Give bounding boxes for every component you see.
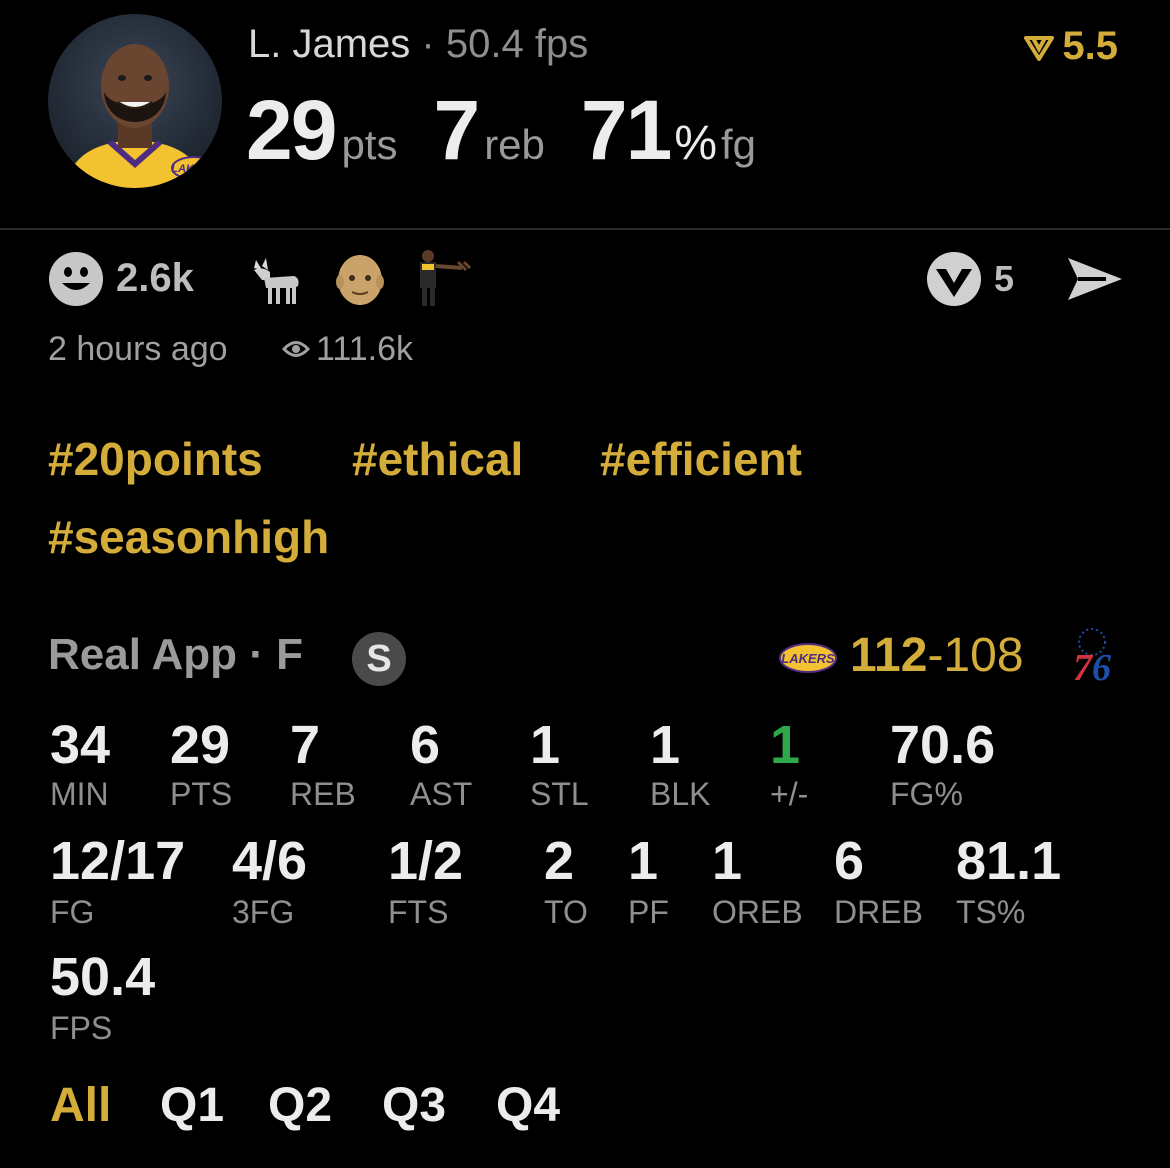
- stat-value-fps: 50.4: [50, 947, 156, 1007]
- stat-value-fts: 1/2: [388, 831, 464, 891]
- game-score[interactable]: 112-108: [850, 628, 1024, 683]
- tab-all[interactable]: All: [50, 1078, 111, 1133]
- tag-seasonhigh[interactable]: #seasonhigh: [48, 510, 329, 564]
- send-icon[interactable]: [1066, 254, 1124, 304]
- stat-value-dreb: 6: [834, 831, 865, 891]
- svg-text:LAKERS: LAKERS: [171, 163, 217, 175]
- stat-label-reb: REB: [290, 776, 356, 812]
- stat-label-fps: FPS: [50, 1010, 113, 1046]
- tag-efficient[interactable]: #efficient: [600, 432, 802, 486]
- rating-badge[interactable]: 5.5: [1024, 24, 1118, 69]
- headline-reb-value: 7: [433, 83, 480, 177]
- title-separator: ·: [421, 22, 435, 66]
- goat-icon[interactable]: [248, 250, 306, 308]
- stat-label-blk: BLK: [650, 776, 711, 812]
- tab-q1[interactable]: Q1: [160, 1078, 224, 1133]
- stat-label-pf: PF: [628, 894, 669, 930]
- eye-icon: [282, 341, 310, 357]
- home-score: 112: [850, 629, 928, 682]
- headline-stats: 29 pts 7 reb 71%fg: [246, 82, 756, 179]
- player-name[interactable]: L. James: [248, 22, 410, 66]
- stat-value-pf: 1: [628, 831, 659, 891]
- stat-label-fg: FG: [50, 894, 95, 930]
- tab-q3[interactable]: Q3: [382, 1078, 446, 1133]
- tab-q2[interactable]: Q2: [268, 1078, 332, 1133]
- stat-label-3fg: 3FG: [232, 894, 295, 930]
- away-score: 108: [943, 629, 1024, 682]
- svg-text:76: 76: [1073, 647, 1111, 686]
- rating-value: 5.5: [1062, 24, 1118, 68]
- header-divider: [0, 228, 1170, 230]
- sixers-six: 6: [1092, 647, 1111, 686]
- player-fps: 50.4 fps: [445, 22, 589, 66]
- post-time: 2 hours ago: [48, 330, 228, 368]
- rating-icon: [1024, 36, 1055, 62]
- stat-value-to: 2: [544, 831, 575, 891]
- stat-value-reb: 7: [290, 715, 321, 775]
- stat-value-ts-pct: 81.1: [956, 831, 1062, 891]
- headline-pts-unit: pts: [341, 121, 398, 168]
- stat-label-fg-pct: FG%: [890, 776, 963, 812]
- game-source: Real App · F: [48, 630, 304, 679]
- player-figure-icon[interactable]: [414, 248, 476, 306]
- sixers-logo-icon: 76: [1073, 628, 1111, 686]
- tab-q4[interactable]: Q4: [496, 1078, 560, 1133]
- stat-value-stl: 1: [530, 715, 561, 775]
- stat-value-pts: 29: [170, 715, 231, 775]
- stat-label-dreb: DREB: [834, 894, 923, 930]
- tag-20points[interactable]: #20points: [48, 432, 263, 486]
- game-badge[interactable]: S: [352, 632, 406, 686]
- stat-label-stl: STL: [530, 776, 589, 812]
- real-app-logo-icon[interactable]: [926, 251, 982, 307]
- player-avatar[interactable]: LAKERS: [48, 14, 222, 188]
- stat-label-to: TO: [544, 894, 588, 930]
- stat-label-ast: AST: [410, 776, 473, 812]
- score-dash: -: [927, 629, 944, 682]
- stat-label-fts: FTS: [388, 894, 449, 930]
- stat-value-min: 34: [50, 715, 111, 775]
- stat-value-3fg: 4/6: [232, 831, 308, 891]
- sixers-seven: 7: [1073, 647, 1094, 686]
- stat-label-ts-pct: TS%: [956, 894, 1026, 930]
- headline-fg-pct: %: [674, 117, 718, 170]
- stat-value-plus-minus: 1: [770, 715, 801, 775]
- smiley-icon[interactable]: [48, 251, 104, 307]
- headline-fg-unit: fg: [721, 121, 757, 168]
- stat-value-fg: 12/17: [50, 831, 186, 891]
- reaction-count: 2.6k: [116, 256, 194, 300]
- stat-label-oreb: OREB: [712, 894, 803, 930]
- stat-label-min: MIN: [50, 776, 109, 812]
- player-title: L. James · 50.4 fps: [248, 22, 588, 67]
- stat-value-ast: 6: [410, 715, 441, 775]
- headline-pts-value: 29: [246, 83, 337, 177]
- headline-reb-unit: reb: [484, 121, 545, 168]
- stat-label-pts: PTS: [170, 776, 233, 812]
- lakers-logo-icon: LAKERS: [779, 643, 837, 673]
- view-count: 111.6k: [316, 330, 414, 368]
- share-count: 5: [994, 258, 1015, 299]
- stat-value-oreb: 1: [712, 831, 743, 891]
- tag-ethical[interactable]: #ethical: [352, 432, 523, 486]
- stat-value-blk: 1: [650, 715, 681, 775]
- stat-label-plus-minus: +/-: [770, 776, 809, 812]
- headline-fg-value: 71: [580, 83, 672, 177]
- stat-value-fg-pct: 70.6: [890, 715, 996, 775]
- svg-text:LAKERS: LAKERS: [781, 651, 835, 666]
- bald-face-icon[interactable]: [334, 252, 386, 306]
